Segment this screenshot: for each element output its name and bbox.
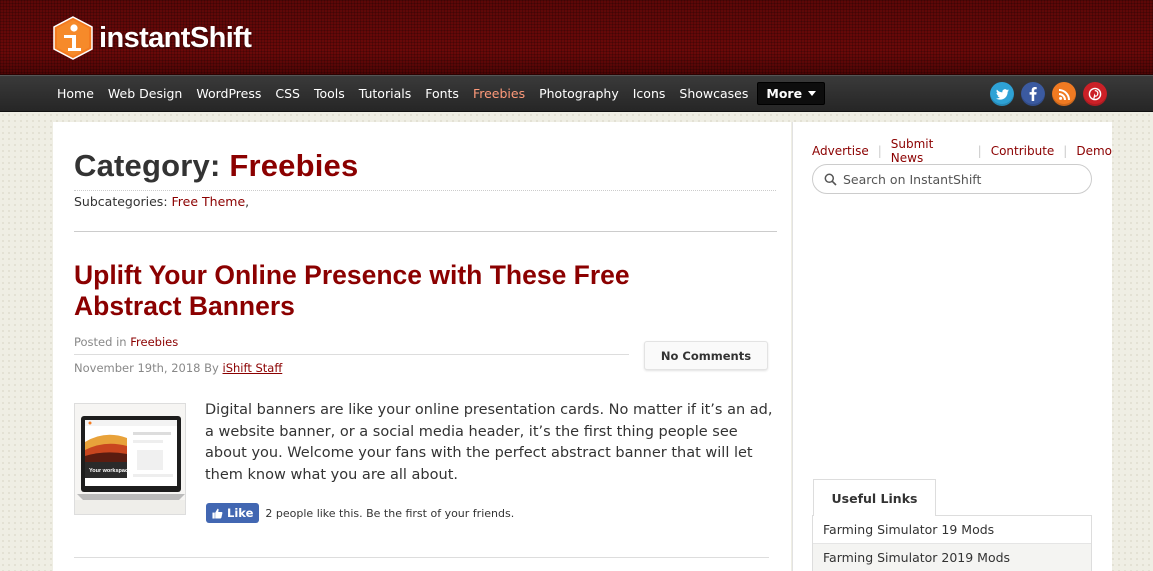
post-category-meta: Posted in Freebies (74, 335, 178, 349)
thumb-caption: Your workspace (89, 468, 131, 474)
page-title: Category: Freebies (74, 148, 358, 184)
nav-item-icons[interactable]: Icons (633, 86, 666, 101)
post-author-link[interactable]: iShift Staff (223, 361, 283, 375)
like-text: 2 people like this. Be the first of your… (265, 506, 515, 520)
sidebar-link-contribute[interactable]: Contribute (991, 144, 1055, 158)
facebook-button[interactable] (1021, 82, 1045, 106)
site-header: instantShift (0, 0, 1153, 75)
nav-item-wordpress[interactable]: WordPress (196, 86, 261, 101)
twitter-button[interactable] (990, 82, 1014, 106)
useful-link-item[interactable]: Farming Simulator 2019 Mods (813, 544, 1091, 571)
divider (74, 557, 769, 558)
sidebar-top-links: Advertise | Submit News | Contribute | Demo (812, 137, 1112, 165)
main-nav: Home Web Design WordPress CSS Tools Tutorials… (0, 75, 1153, 112)
search-input[interactable] (843, 171, 1083, 187)
twitter-icon (995, 88, 1009, 100)
divider (74, 354, 629, 355)
caret-down-icon (808, 91, 817, 96)
post-excerpt: Digital banners are like your online pre… (205, 402, 773, 483)
rss-icon (1058, 88, 1070, 100)
nav-item-fonts[interactable]: Fonts (425, 86, 459, 101)
category-prefix: Category: (74, 148, 221, 183)
divider (74, 190, 776, 191)
subcategories: Subcategories: Free Theme, (74, 194, 249, 209)
nav-item-web-design[interactable]: Web Design (108, 86, 182, 101)
post-date: November 19th, 2018 By (74, 361, 219, 375)
post-category-link[interactable]: Freebies (130, 335, 178, 349)
nav-item-home[interactable]: Home (57, 86, 94, 101)
nav-item-tools[interactable]: Tools (314, 86, 345, 101)
posted-in-label: Posted in (74, 335, 127, 349)
search-icon (824, 173, 837, 186)
nav-more-label: More (766, 86, 803, 101)
subcategories-label: Subcategories: (74, 194, 168, 209)
useful-links-tab[interactable]: Useful Links (813, 479, 936, 516)
divider (74, 231, 777, 232)
pinterest-icon (1088, 87, 1102, 101)
nav-item-freebies[interactable]: Freebies (473, 86, 525, 101)
link-separator: | (877, 144, 882, 158)
nav-items: Home Web Design WordPress CSS Tools Tutorials… (57, 76, 826, 111)
social-icons (990, 82, 1107, 106)
sidebar-link-demo[interactable]: Demo (1076, 144, 1112, 158)
main-content: Category: Freebies Subcategories: Free T… (53, 122, 791, 571)
nav-item-tutorials[interactable]: Tutorials (359, 86, 411, 101)
subcategory-link[interactable]: Free Theme (172, 194, 246, 209)
subcategory-comma: , (245, 194, 250, 209)
rss-button[interactable] (1052, 82, 1076, 106)
post-title[interactable]: Uplift Your Online Presence with These F… (74, 260, 714, 322)
search-box[interactable] (812, 164, 1092, 194)
nav-more-button[interactable]: More (757, 82, 826, 105)
sidebar-link-submit-news[interactable]: Submit News (891, 137, 969, 165)
like-label: Like (227, 506, 254, 520)
logo-icon (53, 16, 93, 60)
logo-text: instantShift (99, 21, 252, 54)
site-logo[interactable]: instantShift (52, 15, 252, 61)
pinterest-button[interactable] (1083, 82, 1107, 106)
nav-item-photography[interactable]: Photography (539, 86, 619, 101)
laptop-image: Your workspace (75, 404, 185, 514)
facebook-icon (1029, 87, 1037, 101)
like-button[interactable]: Like (206, 503, 260, 523)
link-separator: | (1063, 144, 1068, 158)
post-thumbnail[interactable]: Your workspace (74, 403, 186, 515)
thumbs-up-icon (212, 508, 223, 519)
post-date-meta: November 19th, 2018 By iShift Staff (74, 361, 282, 375)
sidebar: Advertise | Submit News | Contribute | Demo Us… (792, 122, 1112, 571)
nav-item-showcases[interactable]: Showcases (679, 86, 748, 101)
sidebar-link-advertise[interactable]: Advertise (812, 144, 869, 158)
facebook-like: Like 2 people like this. Be the first of… (206, 503, 514, 523)
useful-links-list: Farming Simulator 19 Mods Farming Simulat… (812, 515, 1092, 571)
category-name: Freebies (229, 148, 359, 183)
useful-link-item[interactable]: Farming Simulator 19 Mods (813, 516, 1091, 544)
nav-item-css[interactable]: CSS (275, 86, 300, 101)
comments-button[interactable]: No Comments (644, 341, 768, 370)
link-separator: | (977, 144, 982, 158)
